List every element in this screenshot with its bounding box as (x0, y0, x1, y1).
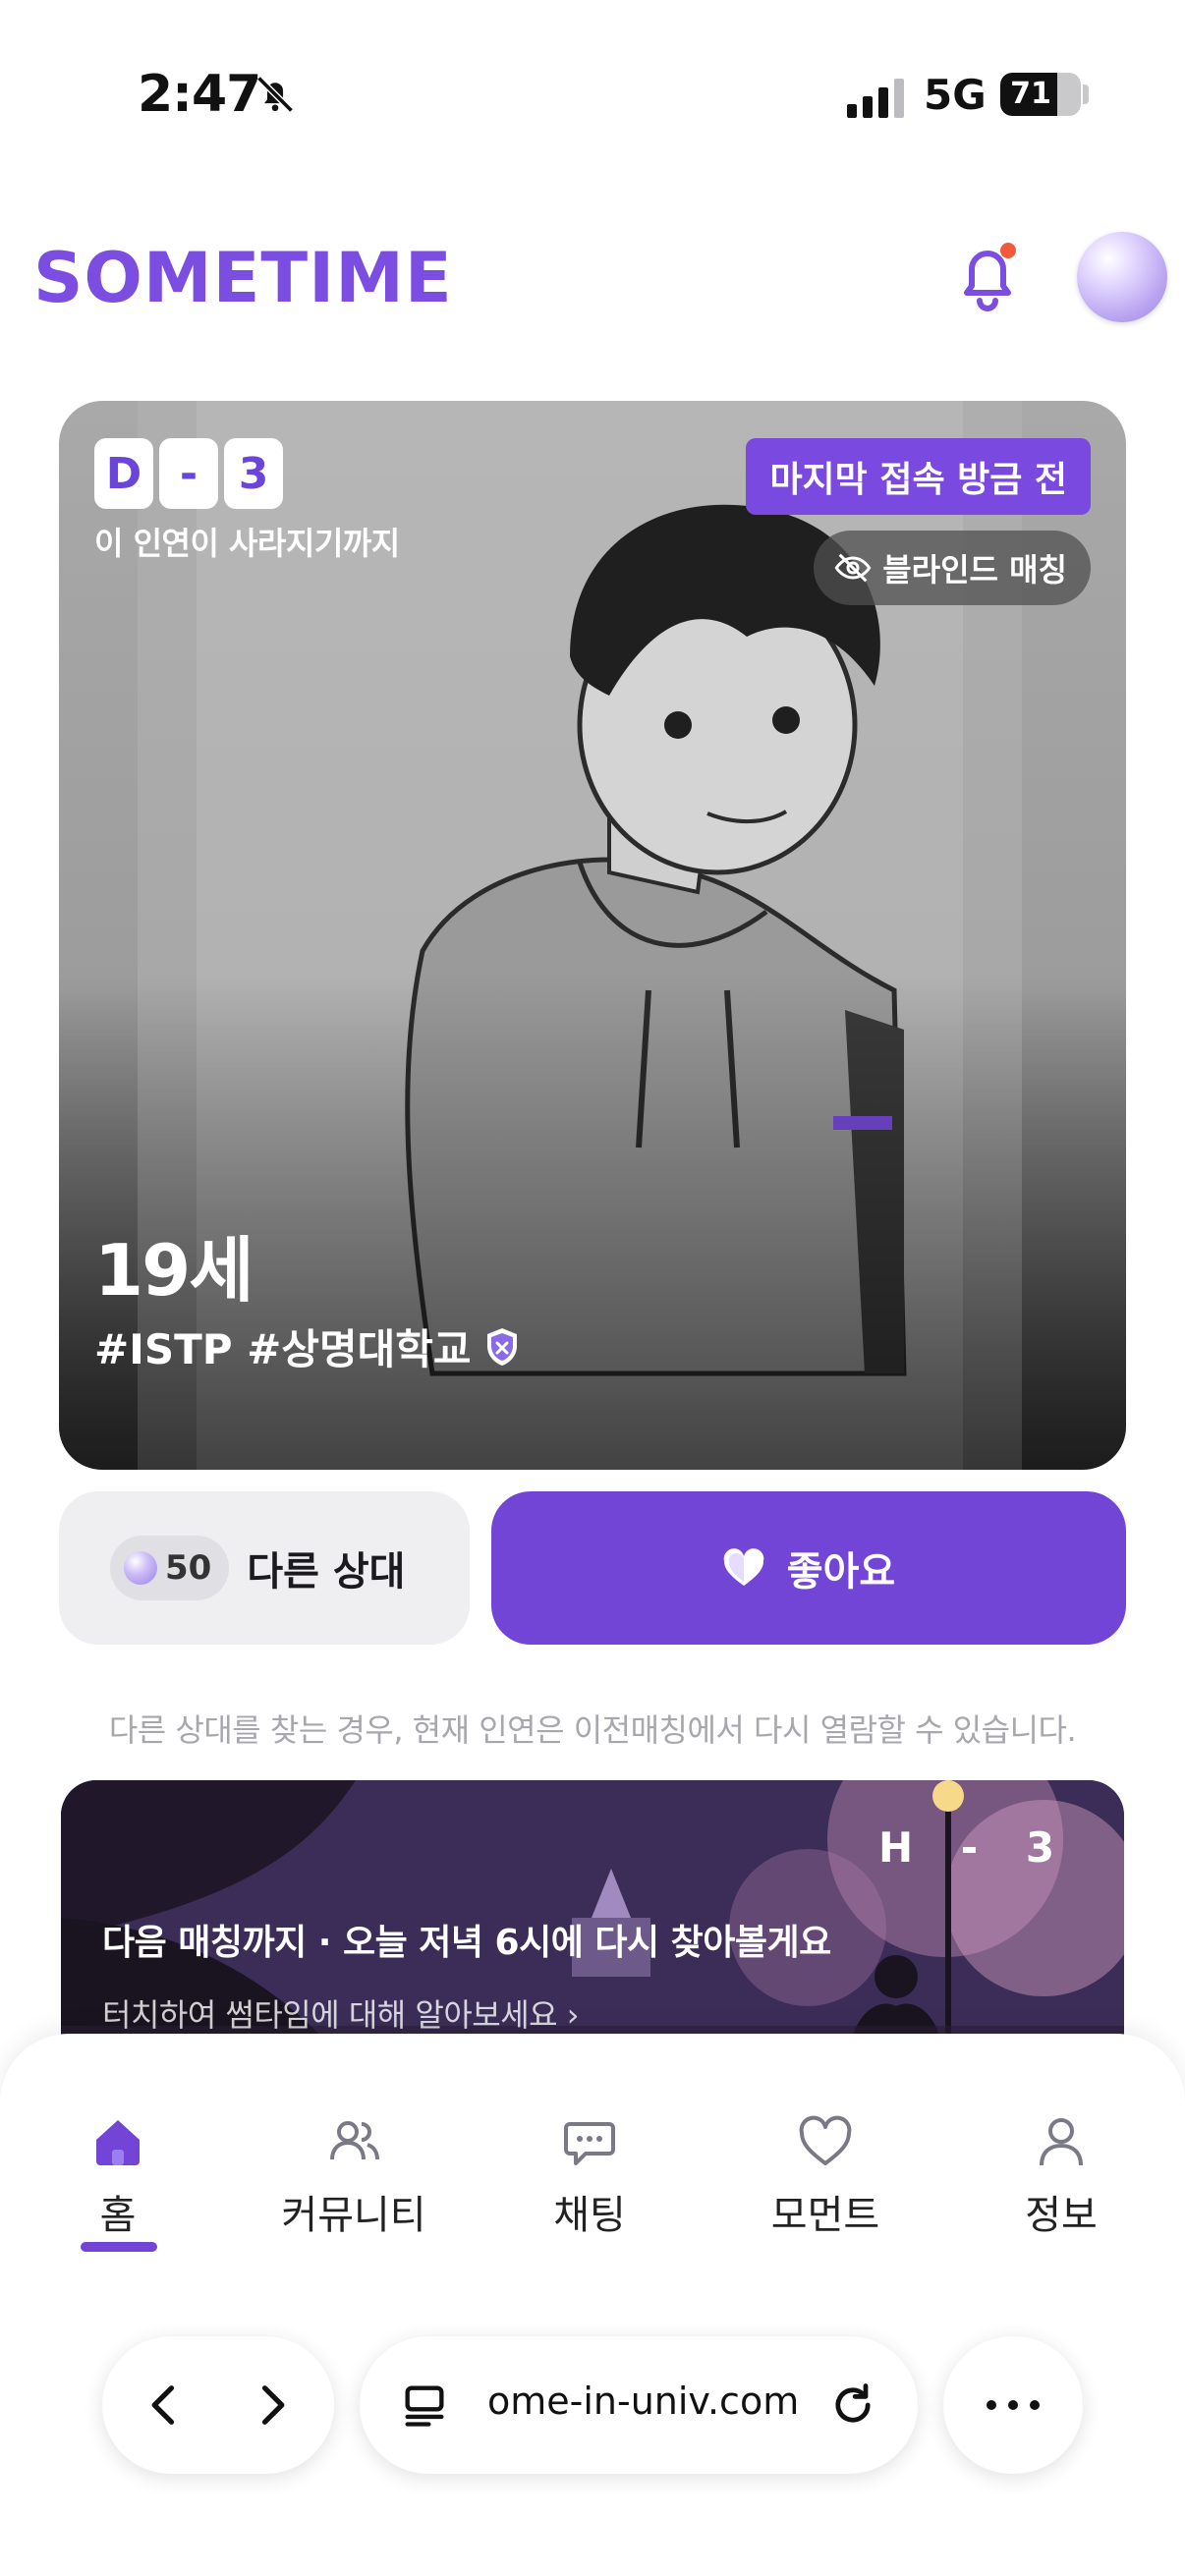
bottom-nav: 홈 커뮤니티 채팅 모먼트 정보 (0, 2034, 1185, 2576)
profile-avatar[interactable] (1077, 232, 1167, 322)
nav-label-community: 커뮤니티 (281, 2193, 426, 2238)
back-icon[interactable] (140, 2380, 191, 2431)
users-icon (330, 2121, 379, 2160)
dday-counter: D - 3 (94, 438, 283, 509)
nav-item-chat[interactable]: 채팅 (491, 2112, 688, 2240)
dday-char: D (94, 438, 153, 509)
more-icon (987, 2400, 1040, 2410)
page-menu-icon[interactable] (399, 2380, 450, 2431)
gem-cost: 50 (110, 1536, 230, 1600)
nav-item-home[interactable]: 홈 (20, 2112, 216, 2240)
home-icon (96, 2120, 140, 2165)
profile-age: 19세 (94, 1229, 254, 1312)
nav-item-moment[interactable]: 모먼트 (727, 2112, 924, 2240)
chat-icon (564, 2122, 615, 2165)
banner-subtitle: 터치하여 썸타임에 대해 알아보세요 › (102, 1996, 580, 2034)
browser-nav-controls (102, 2336, 334, 2474)
profile-card[interactable]: D - 3 이 인연이 사라지기까지 마지막 접속 방금 전 블라인드 매칭 1… (59, 401, 1126, 1470)
like-button[interactable]: 좋아요 (491, 1491, 1126, 1645)
heart-outline-icon (799, 2115, 852, 2165)
dday-caption: 이 인연이 사라지기까지 (94, 525, 400, 562)
rematch-notice: 다른 상대를 찾는 경우, 현재 인연은 이전매칭에서 다시 열람할 수 있습니… (108, 1711, 1077, 1749)
battery-tip (1083, 84, 1089, 104)
dday-char: 3 (224, 438, 283, 509)
browser-address-bar[interactable]: ome-in-univ.com (360, 2336, 918, 2474)
signal-icon (847, 79, 904, 118)
nav-label-info: 정보 (1025, 2193, 1098, 2238)
nav-active-indicator (81, 2242, 157, 2252)
other-match-button[interactable]: 50 다른 상대 (59, 1491, 470, 1645)
nav-item-community[interactable]: 커뮤니티 (255, 2112, 452, 2240)
banner-title: 다음 매칭까지 · 오늘 저녁 6시에 다시 찾아볼게요 (102, 1923, 831, 1963)
like-label: 좋아요 (786, 1549, 896, 1595)
browser-more-button[interactable] (943, 2336, 1083, 2474)
bell-slash-icon (256, 76, 294, 113)
nav-label-chat: 채팅 (553, 2193, 626, 2238)
status-time: 2:47 (138, 65, 261, 124)
verified-shield-icon (486, 1327, 517, 1366)
eye-off-icon (834, 553, 872, 583)
dday-char: - (159, 438, 218, 509)
app-logo[interactable]: SOMETIME (33, 238, 453, 318)
reload-icon[interactable] (827, 2380, 878, 2431)
last-access-badge: 마지막 접속 방금 전 (746, 438, 1091, 515)
banner-timer: H - 3 (878, 1823, 1057, 1872)
battery-icon: 71 (1000, 73, 1081, 116)
url-text: ome-in-univ.com (487, 2380, 800, 2423)
person-icon (1040, 2118, 1083, 2166)
other-match-label: 다른 상대 (247, 1549, 406, 1595)
network-label: 5G (924, 71, 987, 119)
forward-icon[interactable] (246, 2380, 297, 2431)
status-bar: 2:47 5G 71 (0, 0, 1185, 196)
battery-level: 71 (1010, 77, 1051, 111)
blind-match-label: 블라인드 매칭 (882, 551, 1067, 588)
next-match-banner[interactable]: H - 3 다음 매칭까지 · 오늘 저녁 6시에 다시 찾아볼게요 터치하여 … (61, 1780, 1124, 2075)
nav-label-moment: 모먼트 (770, 2193, 880, 2238)
nav-item-info[interactable]: 정보 (963, 2112, 1159, 2240)
heart-icon (723, 1548, 764, 1586)
nav-label-home: 홈 (99, 2193, 137, 2238)
gem-icon (124, 1551, 157, 1585)
gem-count: 50 (165, 1548, 212, 1588)
blind-match-badge: 블라인드 매칭 (814, 531, 1091, 605)
profile-tags-text: #ISTP #상명대학교 (94, 1325, 472, 1373)
profile-tags: #ISTP #상명대학교 (94, 1316, 521, 1376)
bell-icon[interactable] (953, 236, 1022, 314)
